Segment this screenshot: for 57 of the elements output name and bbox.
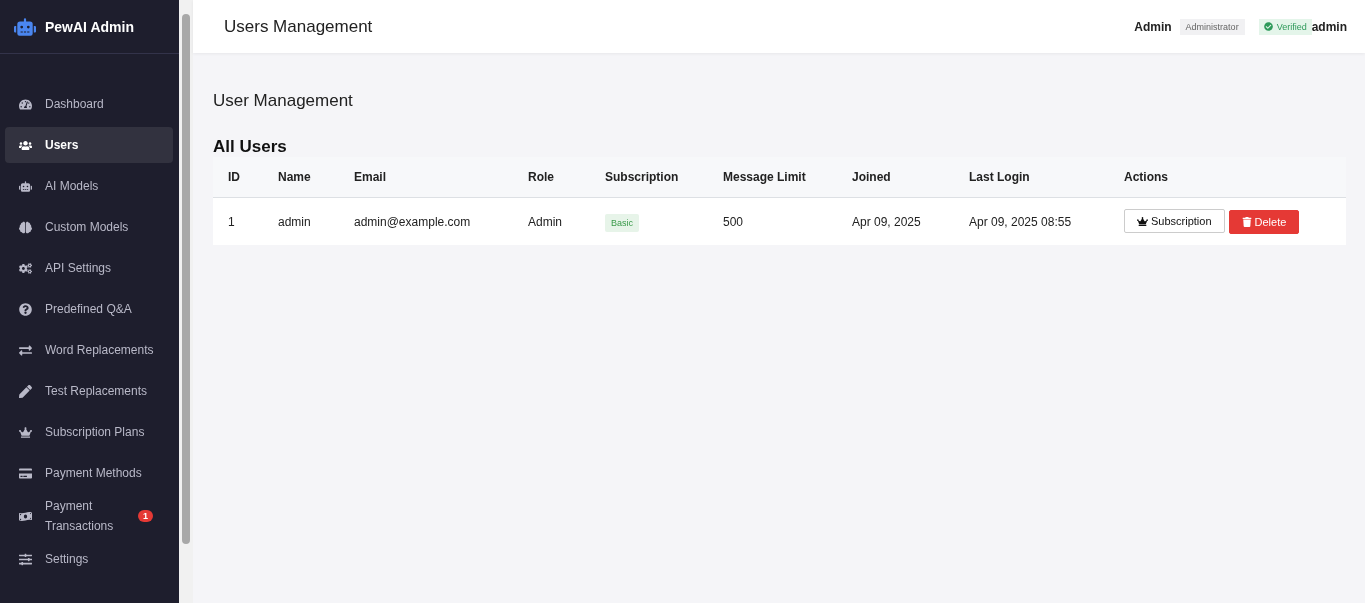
sidebar-item[interactable]: Settings: [5, 541, 173, 577]
column-header: Actions: [1109, 157, 1346, 198]
table-cell: Admin: [513, 197, 590, 245]
table-cell: 500: [708, 197, 837, 245]
column-header: Email: [339, 157, 513, 198]
column-header: Subscription: [590, 157, 708, 198]
column-header: Message Limit: [708, 157, 837, 198]
users-icon: [19, 138, 32, 152]
scrollbar[interactable]: [179, 0, 193, 603]
page-title: Users Management: [224, 16, 374, 37]
crown-icon: [1137, 215, 1148, 227]
role-badge: Administrator: [1179, 18, 1245, 35]
table-cell: admin@example.com: [339, 197, 513, 245]
sidebar-item[interactable]: Payment Transactions 1: [5, 496, 173, 536]
subscription-button[interactable]: Subscription: [1124, 209, 1225, 234]
count-badge: 1: [138, 510, 153, 522]
user-name: Admin: [1134, 19, 1172, 34]
trash-icon: [1241, 216, 1252, 227]
pen-icon: [19, 384, 32, 398]
robot-icon: [14, 15, 36, 38]
table-cell: admin: [263, 197, 339, 245]
sliders-icon: [19, 552, 32, 566]
subscription-badge: Basic: [605, 213, 639, 232]
delete-button[interactable]: Delete: [1228, 209, 1300, 234]
column-header: Joined: [837, 157, 954, 198]
sidebar-item[interactable]: Dashboard: [5, 86, 173, 122]
sidebar-item[interactable]: Test Replacements: [5, 373, 173, 409]
crown-icon: [19, 425, 32, 439]
swap-arrows-icon: [19, 343, 32, 357]
section-heading: User Management: [213, 91, 354, 111]
table-cell: 1: [213, 197, 263, 245]
table-cell: Apr 09, 2025: [837, 197, 954, 245]
brand-name: PewAI Admin: [45, 18, 134, 35]
money-icon: [19, 509, 32, 523]
robot-icon: [19, 179, 32, 193]
sidebar-item[interactable]: Subscription Plans: [5, 414, 173, 450]
sidebar-item[interactable]: Payment Methods: [5, 455, 173, 491]
table-title: All Users: [213, 137, 288, 157]
column-header: Name: [263, 157, 339, 198]
column-header: Role: [513, 157, 590, 198]
sidebar-item[interactable]: Predefined Q&A: [5, 291, 173, 327]
column-header: ID: [213, 157, 263, 198]
verified-badge: Verified: [1258, 18, 1312, 35]
sidebar-item[interactable]: AI Models: [5, 168, 173, 204]
column-header: Last Login: [954, 157, 1109, 198]
sidebar-item[interactable]: Word Replacements: [5, 332, 173, 368]
username: admin: [1311, 19, 1347, 34]
sidebar-item[interactable]: API Settings: [5, 250, 173, 286]
gauge-icon: [19, 97, 32, 111]
table-cell: Apr 09, 2025 08:55: [954, 197, 1109, 245]
gears-icon: [19, 261, 32, 275]
sidebar-item[interactable]: Custom Models: [5, 209, 173, 245]
card-icon: [19, 466, 32, 480]
question-icon: [19, 302, 32, 316]
check-icon: [1263, 22, 1273, 31]
sidebar-item[interactable]: Users: [5, 127, 173, 163]
brain-icon: [19, 220, 32, 234]
